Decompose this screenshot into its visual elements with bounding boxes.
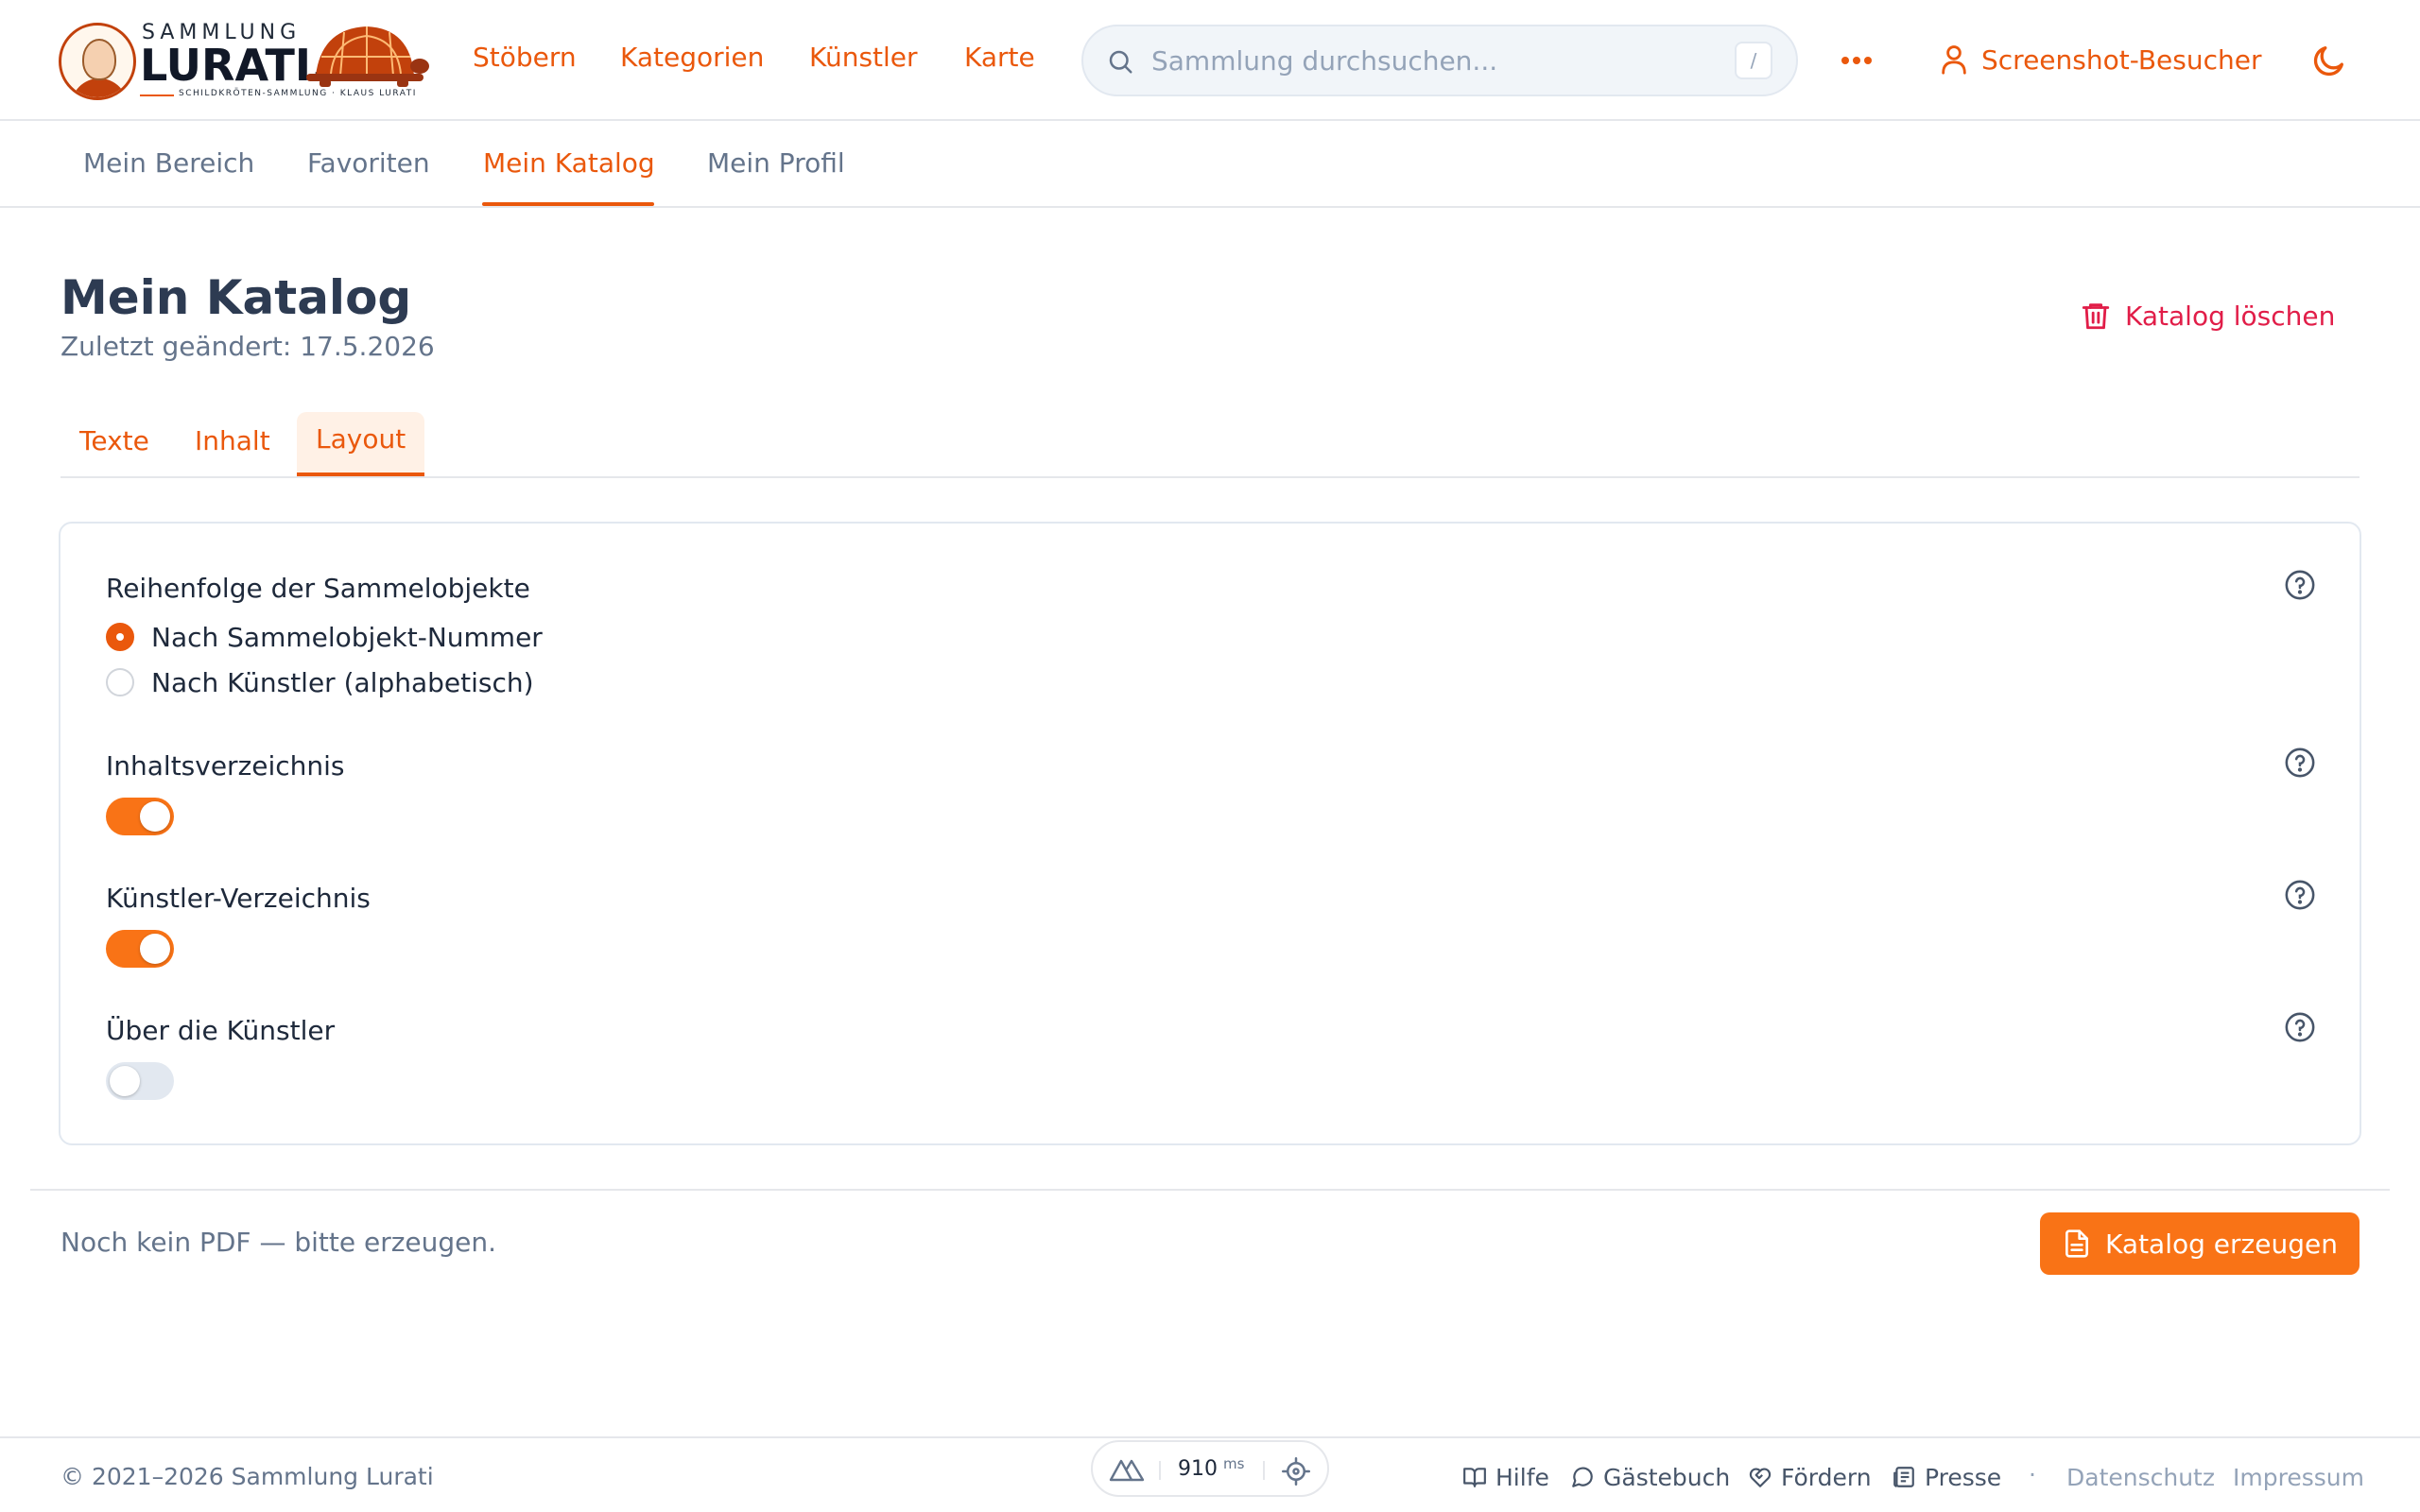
about-artists-toggle[interactable] <box>106 1062 174 1100</box>
perf-divider <box>1159 1461 1161 1480</box>
perf-divider <box>1263 1461 1265 1480</box>
order-option-number[interactable]: Nach Sammelobjekt-Nummer <box>106 618 543 656</box>
divider <box>30 1189 2390 1191</box>
chat-bubble-icon <box>1572 1467 1593 1487</box>
footer-link-presse-label: Presse <box>1925 1463 2002 1491</box>
subnav-mein-bereich[interactable]: Mein Bereich <box>83 147 254 179</box>
search-icon <box>1109 50 1132 74</box>
footer-link-datenschutz[interactable]: Datenschutz <box>2066 1461 2215 1493</box>
artist-index-label: Künstler-Verzeichnis <box>106 883 371 914</box>
delete-catalog-button[interactable]: Katalog löschen <box>2080 295 2335 336</box>
footer-link-gaestebuch-label: Gästebuch <box>1603 1463 1731 1491</box>
layout-settings-card: Reihenfolge der Sammelobjekte Nach Samme… <box>59 522 2361 1145</box>
book-icon <box>1463 1468 1486 1487</box>
footer-link-foerdern[interactable]: Fördern <box>1747 1461 1872 1493</box>
last-modified: Zuletzt geändert: 17.5.2026 <box>60 331 435 362</box>
heart-handshake-icon <box>1749 1468 1772 1487</box>
pdf-status: Noch kein PDF — bitte erzeugen. <box>60 1227 497 1258</box>
catalog-tabs: Texte Inhalt Layout <box>60 412 2360 478</box>
subnav-active-indicator <box>482 202 654 206</box>
help-icon[interactable] <box>2284 569 2316 601</box>
account-subnav: Mein Bereich Favoriten Mein Katalog Mein… <box>0 123 2420 208</box>
footer-link-foerdern-label: Fördern <box>1781 1463 1872 1491</box>
render-time-value: 910 <box>1178 1457 1218 1481</box>
turtle-icon <box>306 26 429 87</box>
header: SAMMLUNG LURATI. SCHILDKRÖTEN-SAMMLUNG ·… <box>0 0 2420 121</box>
toc-toggle[interactable] <box>106 798 174 835</box>
document-icon <box>2066 1229 2089 1258</box>
delete-catalog-label: Katalog löschen <box>2125 300 2336 332</box>
logo[interactable]: SAMMLUNG LURATI. SCHILDKRÖTEN-SAMMLUNG ·… <box>59 19 429 104</box>
crosshair-icon[interactable] <box>1282 1457 1310 1486</box>
radio-unselected[interactable] <box>106 668 134 696</box>
footer-link-impressum[interactable]: Impressum <box>2233 1461 2364 1493</box>
newspaper-icon <box>1893 1467 1914 1487</box>
tab-texte[interactable]: Texte <box>79 412 149 476</box>
search-shortcut-badge: / <box>1735 42 1772 79</box>
copyright: © 2021–2026 Sammlung Lurati <box>60 1463 434 1490</box>
help-icon[interactable] <box>2284 1011 2316 1043</box>
help-icon[interactable] <box>2284 747 2316 779</box>
footer: © 2021–2026 Sammlung Lurati 910 ms Hilfe… <box>0 1436 2420 1512</box>
framework-logo-icon[interactable] <box>1108 1455 1146 1484</box>
user-label: Screenshot-Besucher <box>1981 43 2262 76</box>
order-option-artist-label: Nach Künstler (alphabetisch) <box>151 666 534 698</box>
nav-kuenstler[interactable]: Künstler <box>809 42 918 73</box>
search-bar: / <box>1081 25 1798 96</box>
subnav-mein-katalog[interactable]: Mein Katalog <box>483 147 655 179</box>
radio-selected[interactable] <box>106 623 134 651</box>
portrait-icon <box>59 23 136 100</box>
tab-layout[interactable]: Layout <box>297 412 425 476</box>
tab-inhalt[interactable]: Inhalt <box>195 412 270 476</box>
nav-kategorien[interactable]: Kategorien <box>620 42 764 73</box>
footer-separator: · <box>2029 1461 2036 1488</box>
generate-catalog-label: Katalog erzeugen <box>2105 1228 2338 1260</box>
order-option-number-label: Nach Sammelobjekt-Nummer <box>151 621 543 653</box>
trash-icon <box>2082 303 2110 330</box>
perf-widget: 910 ms <box>1091 1440 1329 1497</box>
moon-icon[interactable] <box>2310 42 2348 79</box>
artist-index-toggle[interactable] <box>106 930 174 968</box>
render-time-unit: ms <box>1223 1455 1245 1472</box>
page-title: Mein Katalog <box>60 270 412 325</box>
toc-label: Inhaltsverzeichnis <box>106 750 345 782</box>
footer-link-presse[interactable]: Presse <box>1891 1461 2001 1493</box>
more-icon[interactable] <box>1838 47 1876 74</box>
footer-link-hilfe-label: Hilfe <box>1495 1463 1549 1491</box>
order-label: Reihenfolge der Sammelobjekte <box>106 573 530 604</box>
nav-karte[interactable]: Karte <box>964 42 1035 73</box>
footer-link-hilfe[interactable]: Hilfe <box>1461 1461 1549 1493</box>
order-option-artist[interactable]: Nach Künstler (alphabetisch) <box>106 663 534 701</box>
user-icon <box>1942 45 1966 75</box>
help-icon[interactable] <box>2284 879 2316 911</box>
logo-line <box>140 94 174 96</box>
logo-tagline: SCHILDKRÖTEN-SAMMLUNG · KLAUS LURATI <box>179 89 417 98</box>
search-input[interactable] <box>1151 40 1700 81</box>
nav-stoebern[interactable]: Stöbern <box>473 42 577 73</box>
generate-catalog-button[interactable]: Katalog erzeugen <box>2040 1212 2360 1275</box>
logo-text-main: LURATI. <box>140 40 328 91</box>
about-artists-label: Über die Künstler <box>106 1015 336 1046</box>
user-button[interactable]: Screenshot-Besucher <box>1938 36 2261 83</box>
footer-link-gaestebuch[interactable]: Gästebuch <box>1569 1461 1730 1493</box>
subnav-favoriten[interactable]: Favoriten <box>307 147 430 179</box>
subnav-mein-profil[interactable]: Mein Profil <box>707 147 845 179</box>
